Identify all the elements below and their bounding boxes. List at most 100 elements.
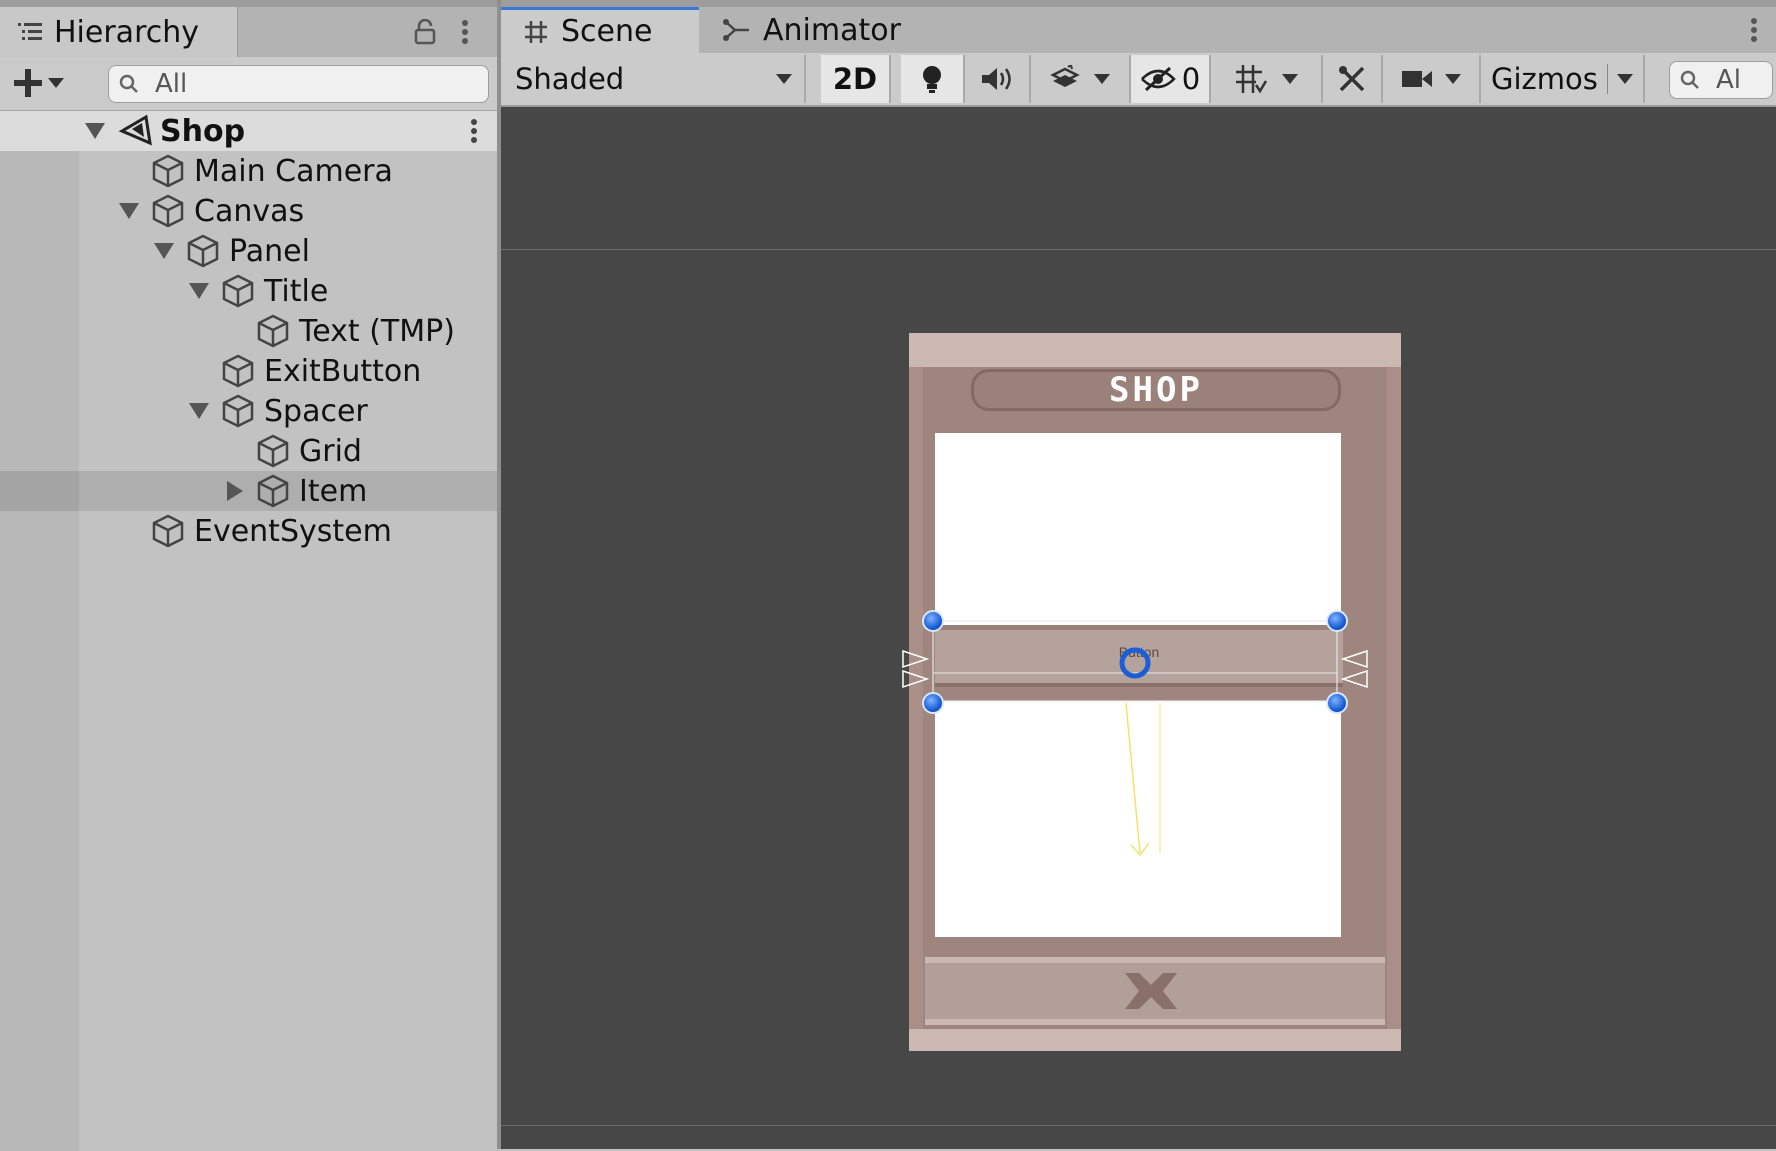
scene-search-input[interactable]: Al <box>1669 61 1773 99</box>
hierarchy-panel: Hierarchy All Shop Main Camera Canvas Pa… <box>0 7 498 1151</box>
shop-title-text: SHOP <box>1109 370 1203 410</box>
kebab-menu-icon[interactable] <box>450 17 480 47</box>
item-slot-top[interactable] <box>935 433 1341 625</box>
toggle-2d-button[interactable]: 2D <box>821 55 891 103</box>
rect-transform-gizmo <box>902 620 1368 857</box>
unity-scene-icon <box>118 114 152 146</box>
scene-visibility-button[interactable]: 0 <box>1131 55 1211 103</box>
scene-toolbar: Shaded 2D 0 Gizmos Al <box>501 53 1776 107</box>
tree-item-grid[interactable]: Grid <box>0 431 498 471</box>
lock-icon[interactable] <box>410 17 440 47</box>
gameobject-cube-icon <box>152 194 184 228</box>
chevron-down-icon <box>1445 74 1461 84</box>
tree-item-label: Panel <box>229 233 310 269</box>
expand-arrow-icon[interactable] <box>224 480 246 502</box>
hierarchy-toolbar: All <box>0 57 498 111</box>
window-top-strip <box>0 0 1776 7</box>
scene-tabbar: Scene Animator <box>501 7 1776 53</box>
tab-hierarchy[interactable]: Hierarchy <box>0 7 238 57</box>
toggle-2d-label: 2D <box>832 62 878 96</box>
gameobject-cube-icon <box>257 314 289 348</box>
tree-item-item[interactable]: Item <box>0 471 498 511</box>
search-icon <box>119 74 138 93</box>
gameobject-cube-icon <box>222 354 254 388</box>
anchor-handle-bottom-left[interactable] <box>922 692 944 714</box>
canvas-bounds-line-bottom <box>501 1125 1776 1126</box>
close-icon <box>1125 973 1177 1009</box>
create-dropdown-button[interactable] <box>12 63 76 103</box>
hidden-objects-count: 0 <box>1181 62 1201 96</box>
chevron-down-icon <box>776 74 792 84</box>
tools-icon <box>1339 66 1365 92</box>
scene-name: Shop <box>160 113 246 149</box>
search-icon <box>1680 70 1699 89</box>
tree-item-text-tmp[interactable]: Text (TMP) <box>0 311 498 351</box>
shop-panel-bottom-border <box>909 1029 1401 1051</box>
scene-search-placeholder: Al <box>1716 65 1742 95</box>
gameobject-cube-icon <box>222 394 254 428</box>
tree-item-label: Canvas <box>194 193 305 229</box>
gameobject-cube-icon <box>152 514 184 548</box>
tree-item-label: Grid <box>299 433 362 469</box>
anchor-handle-top-right[interactable] <box>1326 610 1348 632</box>
shop-title-bar: SHOP <box>971 369 1341 411</box>
tree-item-title[interactable]: Title <box>0 271 498 311</box>
expand-arrow-icon[interactable] <box>84 120 106 142</box>
anchor-handle-bottom-right[interactable] <box>1326 692 1348 714</box>
tree-item-label: Item <box>299 473 368 509</box>
tree-item-label: Main Camera <box>194 153 393 189</box>
tree-item-canvas[interactable]: Canvas <box>0 191 498 231</box>
gizmos-dropdown[interactable]: Gizmos <box>1481 55 1645 103</box>
tree-item-panel[interactable]: Panel <box>0 231 498 271</box>
effects-icon <box>1050 65 1080 87</box>
tree-item-event-system[interactable]: EventSystem <box>0 511 498 551</box>
scene-row-shop[interactable]: Shop <box>0 111 498 151</box>
hierarchy-tabbar: Hierarchy <box>0 7 498 57</box>
gameobject-cube-icon <box>152 154 184 188</box>
gameobject-cube-icon <box>187 234 219 268</box>
gameobject-cube-icon <box>222 274 254 308</box>
lighting-toggle-button[interactable] <box>901 55 965 103</box>
tab-scene[interactable]: Scene <box>501 7 699 53</box>
expand-arrow-icon[interactable] <box>188 400 210 422</box>
tree-item-spacer[interactable]: Spacer <box>0 391 498 431</box>
scene-menu-icon[interactable] <box>470 119 478 143</box>
grid-snap-dropdown-button[interactable] <box>1211 55 1323 103</box>
anchor-handle-top-left[interactable] <box>922 610 944 632</box>
tab-scene-label: Scene <box>561 14 653 49</box>
visibility-icon <box>1140 66 1176 92</box>
hierarchy-search-placeholder: All <box>155 69 188 99</box>
gameobject-cube-icon <box>257 434 289 468</box>
canvas-bounds-line-top <box>501 249 1776 250</box>
scene-viewport[interactable]: SHOP Button <box>501 107 1776 1149</box>
exit-button[interactable] <box>925 957 1385 1025</box>
kebab-menu-icon[interactable] <box>1739 15 1769 45</box>
hierarchy-search-input[interactable]: All <box>108 65 489 103</box>
tree-item-exit-button[interactable]: ExitButton <box>0 351 498 391</box>
camera-dropdown-button[interactable] <box>1383 55 1481 103</box>
expand-arrow-icon[interactable] <box>118 200 140 222</box>
hierarchy-list-icon <box>18 23 42 40</box>
gameobject-cube-icon <box>257 474 289 508</box>
camera-icon <box>1402 71 1432 87</box>
shading-mode-dropdown[interactable]: Shaded <box>501 55 806 103</box>
lightbulb-icon <box>923 66 941 93</box>
shop-panel-top-border <box>909 333 1401 367</box>
scene-panel: Scene Animator Shaded 2D 0 Gizmos Al SHO… <box>501 7 1776 1149</box>
tree-item-label: ExitButton <box>264 353 422 389</box>
hierarchy-tree: Shop Main Camera Canvas Panel Title Text… <box>0 111 498 1151</box>
tab-animator-label: Animator <box>763 12 901 48</box>
expand-arrow-icon[interactable] <box>153 240 175 262</box>
expand-arrow-icon[interactable] <box>188 280 210 302</box>
tree-item-main-camera[interactable]: Main Camera <box>0 151 498 191</box>
gizmos-divider <box>1606 64 1608 94</box>
audio-toggle-button[interactable] <box>965 55 1031 103</box>
tools-toggle-button[interactable] <box>1323 55 1383 103</box>
chevron-down-icon <box>1616 74 1633 84</box>
effects-dropdown-button[interactable] <box>1031 55 1131 103</box>
tree-item-label: Spacer <box>264 393 368 429</box>
tree-item-label: Text (TMP) <box>299 313 455 349</box>
tab-animator[interactable]: Animator <box>723 7 923 53</box>
animator-icon <box>723 19 749 41</box>
chevron-down-icon <box>1094 74 1110 84</box>
